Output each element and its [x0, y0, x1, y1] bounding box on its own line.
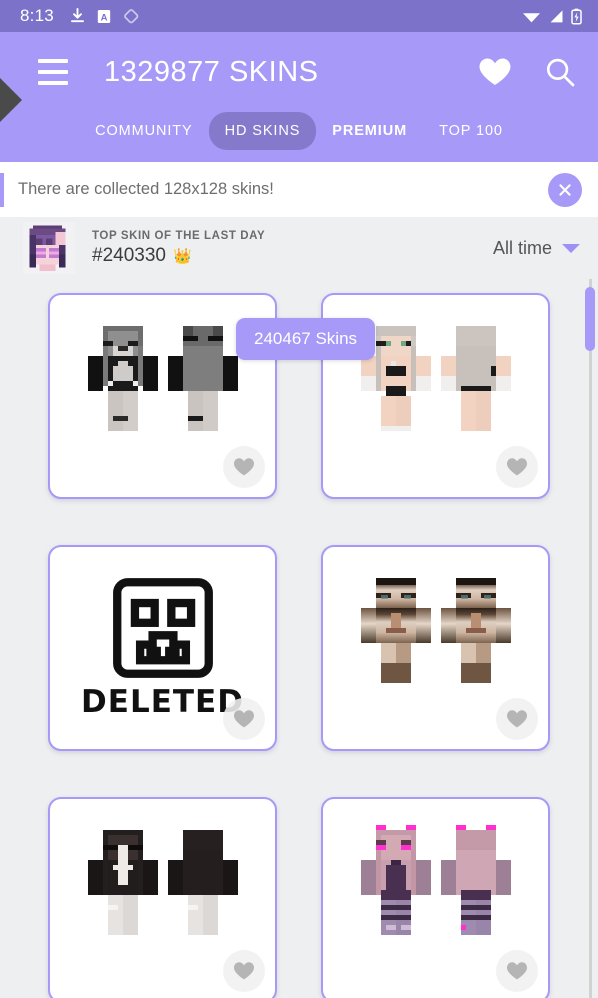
- app-bar-actions: [478, 56, 576, 88]
- page-title: 1329877 SKINS: [104, 55, 319, 88]
- tab-top-100[interactable]: TOP 100: [423, 112, 519, 150]
- app-bar: 1329877 SKINS COMMUNITY HD SKINS PREMIUM…: [0, 32, 598, 162]
- purple-haired-pixel-avatar[interactable]: [22, 222, 76, 274]
- tag-icon: [123, 9, 139, 24]
- hamburger-menu-icon[interactable]: [38, 59, 68, 85]
- crown-icon: 👑: [172, 247, 192, 265]
- avatar: [23, 222, 75, 274]
- favorites-button[interactable]: [478, 57, 512, 87]
- tab-premium[interactable]: PREMIUM: [316, 112, 423, 150]
- status-bar-notification-icons: A: [70, 8, 140, 24]
- signal-icon: [550, 9, 563, 22]
- deleted-placeholder: DELETED: [81, 576, 244, 720]
- scrollbar-track[interactable]: [589, 279, 592, 998]
- top-skin-row: TOP SKIN OF THE LAST DAY #240330 👑 All t…: [0, 217, 598, 279]
- search-icon: [546, 58, 575, 87]
- heart-icon: [233, 458, 255, 476]
- favorite-button[interactable]: [223, 698, 265, 740]
- heart-icon: [506, 710, 528, 728]
- scrollbar-thumb[interactable]: [585, 287, 595, 351]
- top-skin-id-row: #240330 👑: [92, 245, 265, 267]
- info-banner: There are collected 128x128 skins!: [0, 162, 598, 217]
- favorite-button[interactable]: [496, 950, 538, 992]
- app-bar-top-row: 1329877 SKINS: [0, 32, 598, 112]
- close-icon: [559, 183, 571, 196]
- chevron-down-icon: [562, 243, 580, 253]
- status-bar: 8:13 A: [0, 0, 598, 32]
- top-skin-label: TOP SKIN OF THE LAST DAY: [92, 229, 266, 242]
- skins-grid: DELETED: [0, 279, 598, 998]
- skin-card-deleted[interactable]: DELETED: [48, 545, 277, 751]
- top-skin-id: #240330: [92, 244, 166, 266]
- svg-text:A: A: [100, 12, 107, 23]
- heart-icon: [506, 962, 528, 980]
- tab-hd-skins[interactable]: HD SKINS: [208, 112, 317, 150]
- status-bar-system-icons: [522, 8, 582, 25]
- tab-community[interactable]: COMMUNITY: [79, 112, 209, 150]
- a-badge-icon: A: [97, 9, 111, 23]
- favorite-button[interactable]: [496, 446, 538, 488]
- app-screen: 8:13 A 1329877 SKINS COMMUNITY HD SKINS …: [0, 0, 598, 998]
- favorite-button[interactable]: [223, 446, 265, 488]
- deleted-label: DELETED: [81, 684, 244, 720]
- banner-message: There are collected 128x128 skins!: [18, 180, 274, 198]
- time-filter-dropdown[interactable]: All time: [493, 238, 580, 259]
- heart-icon: [233, 710, 255, 728]
- skin-card-pink-cat-girl[interactable]: [321, 797, 550, 998]
- heart-icon: [506, 458, 528, 476]
- top-skin-info: TOP SKIN OF THE LAST DAY #240330 👑: [92, 230, 265, 267]
- wifi-icon: [523, 12, 540, 22]
- skins-scroll-area[interactable]: DELETED: [0, 279, 598, 998]
- drawer-edge-indicator[interactable]: [0, 78, 22, 122]
- tab-bar: COMMUNITY HD SKINS PREMIUM TOP 100: [0, 112, 598, 156]
- favorite-button[interactable]: [223, 950, 265, 992]
- heart-icon: [233, 962, 255, 980]
- search-button[interactable]: [544, 56, 576, 88]
- favorite-button[interactable]: [496, 698, 538, 740]
- skins-count-tooltip: 240467 Skins: [236, 318, 376, 360]
- heart-icon: [479, 58, 511, 85]
- time-filter-label: All time: [492, 237, 552, 258]
- download-icon: [70, 8, 84, 23]
- battery-charging-icon: [571, 8, 582, 25]
- banner-close-button[interactable]: [548, 172, 582, 207]
- creeper-face-icon: [112, 578, 213, 678]
- skin-card-photo-face[interactable]: [321, 545, 550, 751]
- skin-card-black-dress-girl[interactable]: [48, 797, 277, 998]
- banner-accent-bar: [0, 172, 4, 207]
- status-bar-clock: 8:13: [20, 6, 54, 25]
